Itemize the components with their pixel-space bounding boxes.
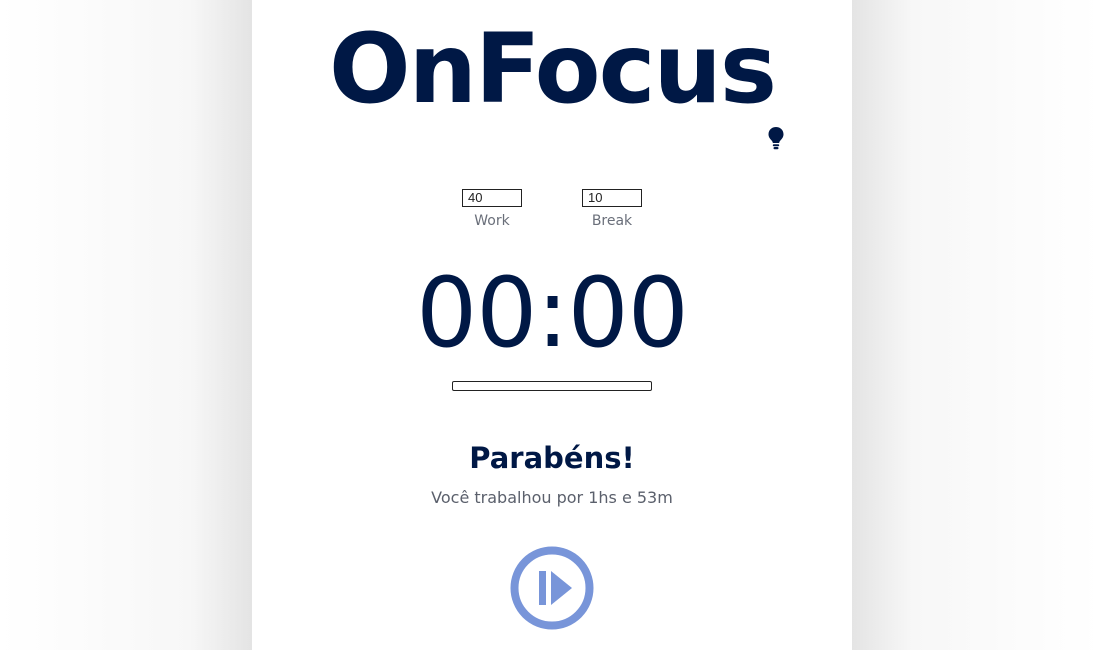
break-label: Break [591,212,633,229]
work-summary: Você trabalhou por 1hs e 53m [431,488,673,507]
work-setting: Work [462,187,522,229]
break-setting: Break [582,187,642,229]
app-title: OnFocus [329,13,777,125]
app-card: OnFocus Work Break 00:00 Parabéns! Você … [252,0,852,650]
work-label: Work [474,212,510,229]
congrats-heading: Parabéns! [469,441,635,475]
lightbulb-icon[interactable] [767,126,785,150]
progress-bar [452,381,652,391]
play-pause-button[interactable] [510,546,594,630]
page-background: OnFocus Work Break 00:00 Parabéns! Você … [0,0,1100,650]
work-minutes-input[interactable] [462,188,522,207]
break-minutes-input[interactable] [582,188,642,207]
play-pause-icon [510,546,594,630]
timer-display: 00:00 [416,257,689,369]
